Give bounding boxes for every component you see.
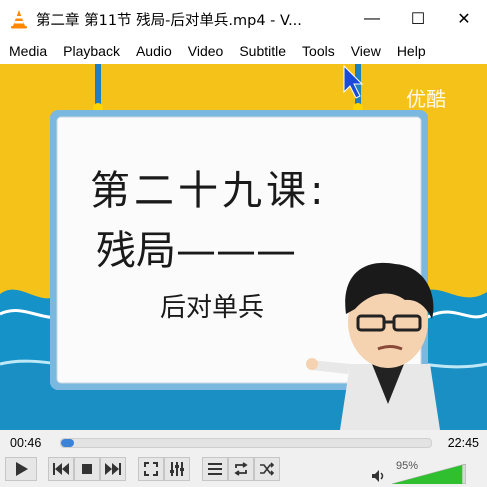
playlist-button[interactable] xyxy=(202,457,228,481)
previous-icon xyxy=(53,463,69,475)
menu-video[interactable]: Video xyxy=(180,38,232,64)
video-frame: 第二十九课: 残局——— 后对单兵 优酷 xyxy=(0,64,487,430)
fullscreen-button[interactable] xyxy=(138,457,164,481)
shuffle-button[interactable] xyxy=(254,457,280,481)
play-button[interactable] xyxy=(5,457,37,481)
board-title-text: 第二十九课: xyxy=(90,168,327,214)
board-caption-text: 后对单兵 xyxy=(160,293,264,323)
minimize-button[interactable]: — xyxy=(349,0,395,38)
video-area[interactable]: 第二十九课: 残局——— 后对单兵 优酷 xyxy=(0,64,487,430)
stop-icon xyxy=(82,464,92,474)
play-icon xyxy=(16,462,28,476)
next-button[interactable] xyxy=(100,457,126,481)
loop-button[interactable] xyxy=(228,457,254,481)
menu-bar: Media Playback Audio Video Subtitle Tool… xyxy=(0,38,487,64)
menu-subtitle[interactable]: Subtitle xyxy=(231,38,294,64)
stop-button[interactable] xyxy=(74,457,100,481)
menu-view[interactable]: View xyxy=(343,38,389,64)
board-subtitle-text: 残局——— xyxy=(96,228,296,274)
controls-panel: 00:46 22:45 95% xyxy=(0,430,487,487)
title-bar: 第二章 第11节 残局-后对单兵.mp4 - V... — ☐ ✕ xyxy=(0,0,487,38)
menu-tools[interactable]: Tools xyxy=(294,38,343,64)
extended-settings-button[interactable] xyxy=(164,457,190,481)
watermark-text: 优酷 xyxy=(406,87,446,111)
total-time: 22:45 xyxy=(447,436,479,450)
speaker-icon[interactable] xyxy=(372,470,386,482)
next-icon xyxy=(105,463,121,475)
shuffle-icon xyxy=(260,462,275,476)
fullscreen-icon xyxy=(144,462,158,476)
seek-bar[interactable] xyxy=(60,438,432,448)
menu-media[interactable]: Media xyxy=(0,38,55,64)
volume-slider[interactable] xyxy=(392,464,466,484)
minimize-icon: — xyxy=(364,10,380,27)
maximize-button[interactable]: ☐ xyxy=(395,0,441,38)
loop-icon xyxy=(234,462,248,476)
close-icon: ✕ xyxy=(457,11,471,28)
previous-button[interactable] xyxy=(48,457,74,481)
seek-progress xyxy=(61,439,74,447)
extended-settings-icon xyxy=(170,462,184,476)
current-time: 00:46 xyxy=(10,436,42,450)
vlc-cone-icon xyxy=(11,10,27,29)
playlist-icon xyxy=(208,463,222,475)
close-button[interactable]: ✕ xyxy=(441,0,487,38)
menu-help[interactable]: Help xyxy=(389,38,434,64)
maximize-icon: ☐ xyxy=(410,11,426,28)
window-title: 第二章 第11节 残局-后对单兵.mp4 - V... xyxy=(36,12,302,29)
menu-playback[interactable]: Playback xyxy=(55,38,128,64)
menu-audio[interactable]: Audio xyxy=(128,38,180,64)
